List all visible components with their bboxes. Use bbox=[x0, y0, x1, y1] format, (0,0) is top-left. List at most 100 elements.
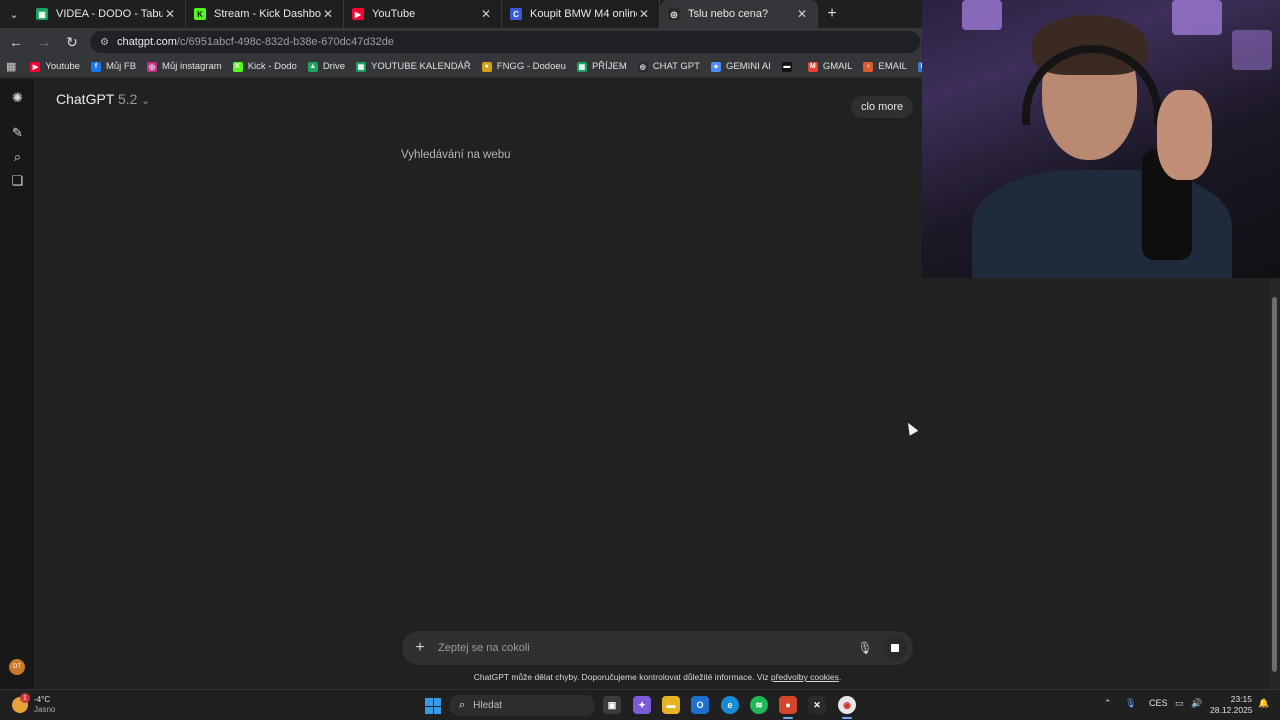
bookmark-label: PŘÍJEM bbox=[591, 61, 627, 72]
webcam-overlay bbox=[922, 0, 1280, 278]
obs-icon[interactable]: ● bbox=[779, 696, 797, 719]
add-attachment-icon[interactable]: + bbox=[402, 639, 438, 657]
composer: + Zeptej se na cokoli 🎙 bbox=[402, 631, 913, 665]
stop-button[interactable] bbox=[883, 636, 907, 660]
language-indicator[interactable]: CES bbox=[1149, 698, 1168, 708]
url-path: /c/6951abcf-498c-832d-b38e-670dc47d32de bbox=[176, 36, 395, 48]
clock[interactable]: 23:15 28.12.2025 bbox=[1210, 694, 1253, 716]
bookmark-favicon-icon: ‹ bbox=[863, 61, 874, 72]
cookie-preferences-link[interactable]: předvolby cookies bbox=[771, 672, 839, 682]
chevron-down-icon: ⌄ bbox=[141, 96, 150, 107]
close-icon[interactable]: ✕ bbox=[479, 7, 493, 21]
close-icon[interactable]: ✕ bbox=[321, 7, 335, 21]
bookmark-item[interactable]: ◎ CHAT GPT bbox=[637, 61, 700, 72]
sidebar-rail: ✺ ✎ ⌕ ❏ DT bbox=[0, 79, 35, 689]
search-icon[interactable]: ⌕ bbox=[9, 148, 26, 165]
sheets-icon: ▦ bbox=[36, 8, 48, 20]
windows-start-icon[interactable] bbox=[425, 698, 441, 714]
tab-title: Koupit BMW M4 online. S prodl bbox=[530, 8, 637, 20]
wall-light bbox=[1232, 30, 1272, 70]
scrollbar-thumb[interactable] bbox=[1272, 297, 1277, 672]
youtube-icon: ▶ bbox=[352, 8, 364, 20]
close-icon[interactable]: ✕ bbox=[795, 7, 809, 21]
terminal-icon[interactable]: ✕ bbox=[808, 696, 826, 714]
bookmark-item[interactable]: ▦ PŘÍJEM bbox=[576, 61, 627, 72]
volume-icon[interactable]: 🔊 bbox=[1191, 698, 1202, 709]
chrome-icon[interactable]: ◉ bbox=[838, 696, 856, 719]
microphone-icon[interactable]: 🎙 bbox=[853, 641, 877, 655]
prompt-input[interactable]: Zeptej se na cokoli bbox=[438, 642, 853, 654]
task-view-icon[interactable]: ▣ bbox=[603, 696, 621, 714]
taskbar-search[interactable]: ⌕ Hledat bbox=[449, 695, 595, 716]
bookmark-favicon-icon: f bbox=[90, 61, 101, 72]
tab-kick[interactable]: K Stream - Kick Dashboard ✕ bbox=[186, 0, 344, 28]
disclaimer: ChatGPT může dělat chyby. Doporučujeme k… bbox=[0, 672, 1280, 682]
back-arrow-icon[interactable]: ← bbox=[4, 30, 28, 54]
model-selector[interactable]: ChatGPT 5.2 ⌄ bbox=[56, 91, 150, 107]
tab-bmw[interactable]: C Koupit BMW M4 online. S prodl ✕ bbox=[502, 0, 660, 28]
bookmark-favicon-icon: ▶ bbox=[30, 61, 41, 72]
outlook-icon[interactable]: O bbox=[691, 696, 709, 714]
close-icon[interactable]: ✕ bbox=[163, 7, 177, 21]
url-host: chatgpt.com bbox=[116, 36, 177, 48]
tab-search-chevron-icon[interactable]: ⌄ bbox=[0, 0, 28, 28]
stop-icon bbox=[891, 644, 899, 652]
bookmark-item[interactable]: ● FNGG - Dodoeu bbox=[481, 61, 566, 72]
tray-chevron-up-icon[interactable]: ⌃ bbox=[1104, 698, 1112, 709]
bookmark-item[interactable]: ▬ bbox=[781, 61, 797, 72]
bookmark-item[interactable]: ‹ EMAIL bbox=[863, 61, 907, 72]
bookmark-label: GMAIL bbox=[822, 61, 853, 72]
new-tab-plus-icon[interactable]: + bbox=[818, 5, 846, 23]
site-info-icon[interactable]: ⚙ bbox=[100, 37, 109, 48]
bookmark-item[interactable]: ◎ Můj instagram bbox=[147, 61, 222, 72]
bookmark-item[interactable]: K Kick - Dodo bbox=[232, 61, 297, 72]
file-explorer-icon[interactable]: ▬ bbox=[662, 696, 680, 714]
windows-taskbar: 1 -4°C Jasno ⌕ Hledat ▣ ✦ ▬ O e ≋ ● ✕ ◉ … bbox=[0, 689, 1280, 720]
bookmark-item[interactable]: ▶ Youtube bbox=[30, 61, 80, 72]
bookmark-item[interactable]: ▦ YOUTUBE KALENDÁŘ bbox=[355, 61, 471, 72]
streamer-shirt bbox=[972, 170, 1232, 278]
spotify-icon[interactable]: ≋ bbox=[750, 696, 768, 714]
search-icon: ⌕ bbox=[459, 699, 466, 711]
bookmark-favicon-icon: ▬ bbox=[781, 61, 792, 72]
top-pill-button[interactable]: clo more bbox=[851, 96, 914, 118]
bookmark-item[interactable]: ✦ GEMINI AI bbox=[710, 61, 771, 72]
library-icon[interactable]: ❏ bbox=[9, 172, 26, 189]
bookmark-label: YOUTUBE KALENDÁŘ bbox=[370, 61, 471, 72]
clock-date: 28.12.2025 bbox=[1210, 705, 1253, 715]
apps-grid-icon[interactable]: ▦ bbox=[6, 60, 16, 73]
tab-videa[interactable]: ▦ VIDEA - DODO - Tabulky Googl ✕ bbox=[28, 0, 186, 28]
new-chat-icon[interactable]: ✎ bbox=[9, 124, 26, 141]
close-icon[interactable]: ✕ bbox=[637, 7, 651, 21]
bookmark-item[interactable]: f Můj FB bbox=[90, 61, 137, 72]
openai-logo-icon[interactable]: ✺ bbox=[9, 89, 26, 106]
weather-temp: -4°C bbox=[34, 695, 51, 704]
copilot-icon[interactable]: ✦ bbox=[633, 696, 651, 714]
bookmark-favicon-icon: ◎ bbox=[637, 61, 648, 72]
forward-arrow-icon[interactable]: → bbox=[32, 30, 56, 54]
tab-youtube[interactable]: ▶ YouTube ✕ bbox=[344, 0, 502, 28]
tab-chatgpt[interactable]: ◎ Tslu nebo cena? ✕ bbox=[660, 0, 818, 28]
reload-icon[interactable]: ↻ bbox=[60, 30, 84, 54]
bookmark-label: FNGG - Dodoeu bbox=[496, 61, 566, 72]
network-icon[interactable]: ▭ bbox=[1175, 698, 1184, 709]
bookmark-item[interactable]: ▲ Drive bbox=[307, 61, 345, 72]
bookmark-item[interactable]: M GMAIL bbox=[807, 61, 853, 72]
bookmark-favicon-icon: ▲ bbox=[307, 61, 318, 72]
bookmark-label: Můj FB bbox=[105, 61, 137, 72]
taskbar-search-placeholder: Hledat bbox=[473, 700, 503, 711]
disclaimer-text: ChatGPT může dělat chyby. Doporučujeme k… bbox=[473, 672, 771, 682]
wall-light bbox=[962, 0, 1002, 30]
bookmark-favicon-icon: ✦ bbox=[710, 61, 721, 72]
address-bar[interactable]: ⚙ chatgpt.com/c/6951abcf-498c-832d-b38e-… bbox=[90, 31, 920, 53]
bookmark-label: Můj instagram bbox=[162, 61, 222, 72]
edge-icon[interactable]: e bbox=[721, 696, 739, 714]
notifications-bell-icon[interactable]: 🔔 bbox=[1258, 698, 1269, 709]
tray-microphone-icon[interactable]: 🎙 bbox=[1125, 698, 1136, 709]
wall-light bbox=[1172, 0, 1222, 35]
model-version: 5.2 bbox=[118, 91, 138, 107]
tab-title: YouTube bbox=[372, 8, 416, 20]
weather-widget[interactable]: 1 -4°C Jasno bbox=[12, 693, 55, 715]
tab-title: Stream - Kick Dashboard bbox=[214, 8, 321, 20]
disclaimer-end: . bbox=[838, 672, 842, 682]
